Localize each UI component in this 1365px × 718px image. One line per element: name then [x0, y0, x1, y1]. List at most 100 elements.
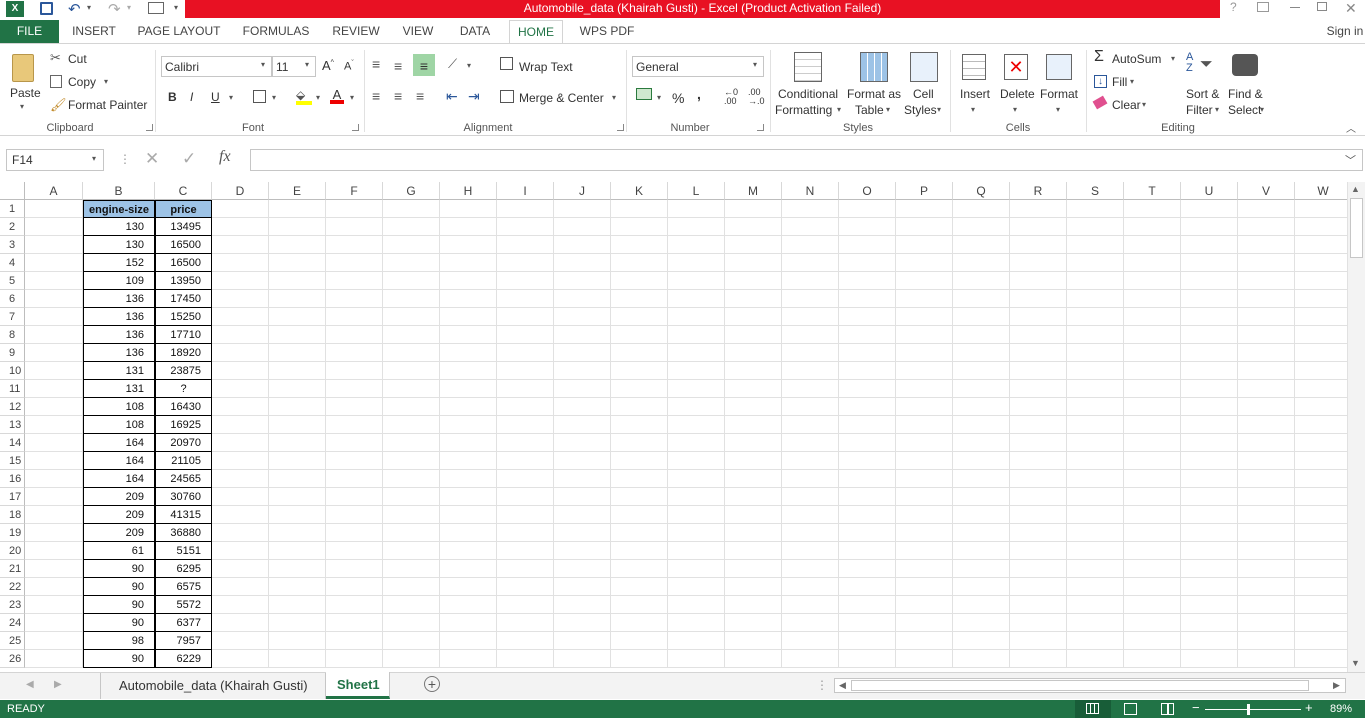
select-all-corner[interactable] [0, 182, 25, 200]
column-header-m[interactable]: M [725, 182, 782, 200]
column-header-d[interactable]: D [212, 182, 269, 200]
price-cell[interactable]: 6575 [155, 578, 212, 596]
engine-size-cell[interactable]: 209 [83, 488, 155, 506]
underline-button[interactable]: U [211, 90, 220, 104]
column-header-r[interactable]: R [1010, 182, 1067, 200]
clipboard-launcher-icon[interactable] [146, 124, 153, 131]
price-cell[interactable]: 16500 [155, 254, 212, 272]
row-header-22[interactable]: 22 [0, 578, 25, 596]
engine-size-cell[interactable]: 136 [83, 344, 155, 362]
row-header-17[interactable]: 17 [0, 488, 25, 506]
sheet-tab-sheet1[interactable]: Sheet1 [326, 672, 390, 699]
align-center-icon[interactable]: ≡ [394, 88, 402, 104]
column-header-e[interactable]: E [269, 182, 326, 200]
undo-icon[interactable]: ↶ [68, 0, 81, 18]
merge-dropdown-icon[interactable]: ▾ [612, 93, 616, 102]
column-header-a[interactable]: A [25, 182, 83, 200]
customize-toolbar-icon[interactable]: ▾ [174, 3, 178, 12]
price-cell[interactable]: 24565 [155, 470, 212, 488]
column-header-w[interactable]: W [1295, 182, 1347, 200]
column-header-g[interactable]: G [383, 182, 440, 200]
price-cell[interactable]: 41315 [155, 506, 212, 524]
row-header-4[interactable]: 4 [0, 254, 25, 272]
engine-size-cell[interactable]: 152 [83, 254, 155, 272]
row-header-13[interactable]: 13 [0, 416, 25, 434]
ribbon-display-icon[interactable] [1257, 2, 1269, 12]
increase-font-icon[interactable]: A^ [322, 58, 334, 73]
engine-size-cell[interactable]: 136 [83, 308, 155, 326]
tab-insert[interactable]: INSERT [68, 20, 120, 43]
close-icon[interactable]: ✕ [1345, 0, 1357, 17]
engine-size-cell[interactable]: 136 [83, 290, 155, 308]
help-icon[interactable]: ? [1230, 0, 1237, 14]
engine-size-cell[interactable]: 136 [83, 326, 155, 344]
engine-size-cell[interactable]: 131 [83, 380, 155, 398]
engine-size-cell[interactable]: 164 [83, 434, 155, 452]
engine-size-cell[interactable]: 209 [83, 524, 155, 542]
row-header-12[interactable]: 12 [0, 398, 25, 416]
zoom-slider-thumb[interactable] [1247, 704, 1250, 715]
header-cell-engine-size[interactable]: engine-size [83, 200, 155, 218]
font-launcher-icon[interactable] [352, 124, 359, 131]
page-layout-view-icon[interactable] [1124, 703, 1137, 715]
quick-access-form-icon[interactable] [148, 2, 164, 14]
engine-size-cell[interactable]: 108 [83, 416, 155, 434]
row-header-2[interactable]: 2 [0, 218, 25, 236]
copy-dropdown-icon[interactable]: ▾ [104, 77, 108, 86]
price-cell[interactable]: ? [155, 380, 212, 398]
orientation-dropdown-icon[interactable]: ▾ [467, 61, 471, 70]
resize-handle-icon[interactable]: ⋮ [119, 152, 131, 166]
font-color-dropdown-icon[interactable]: ▾ [350, 93, 354, 102]
borders-icon[interactable] [253, 90, 266, 103]
next-sheet-icon[interactable]: ▶ [54, 679, 62, 690]
find-select-button[interactable]: Find & Select ▾ [1226, 50, 1268, 118]
borders-dropdown-icon[interactable]: ▾ [272, 93, 276, 102]
expand-formula-icon[interactable]: ﹀ [1345, 152, 1356, 168]
font-color-icon[interactable]: A [330, 87, 344, 104]
align-right-icon[interactable]: ≡ [416, 88, 424, 104]
sign-in-link[interactable]: Sign in [1325, 20, 1365, 43]
price-cell[interactable]: 5151 [155, 542, 212, 560]
formula-input[interactable] [250, 149, 1363, 171]
row-header-18[interactable]: 18 [0, 506, 25, 524]
row-header-14[interactable]: 14 [0, 434, 25, 452]
price-cell[interactable]: 23875 [155, 362, 212, 380]
alignment-launcher-icon[interactable] [617, 124, 624, 131]
column-header-u[interactable]: U [1181, 182, 1238, 200]
price-cell[interactable]: 20970 [155, 434, 212, 452]
horizontal-scroll-thumb[interactable] [851, 680, 1309, 691]
row-header-26[interactable]: 26 [0, 650, 25, 668]
row-header-6[interactable]: 6 [0, 290, 25, 308]
column-header-k[interactable]: K [611, 182, 668, 200]
column-header-o[interactable]: O [839, 182, 896, 200]
copy-button[interactable]: Copy [68, 75, 96, 89]
engine-size-cell[interactable]: 90 [83, 614, 155, 632]
price-cell[interactable]: 16925 [155, 416, 212, 434]
row-header-10[interactable]: 10 [0, 362, 25, 380]
fill-button[interactable]: Fill [1112, 75, 1127, 89]
row-header-19[interactable]: 19 [0, 524, 25, 542]
engine-size-cell[interactable]: 98 [83, 632, 155, 650]
price-cell[interactable]: 36880 [155, 524, 212, 542]
format-cells-button[interactable]: Format ▾ [1038, 50, 1082, 118]
number-format-select[interactable]: General ▾ [632, 56, 764, 77]
engine-size-cell[interactable]: 209 [83, 506, 155, 524]
currency-icon[interactable] [636, 88, 652, 100]
price-cell[interactable]: 7957 [155, 632, 212, 650]
clear-button[interactable]: Clear [1112, 98, 1141, 112]
column-header-b[interactable]: B [83, 182, 155, 200]
cell-styles-button[interactable]: Cell Styles ▾ [904, 50, 946, 118]
tab-wps-pdf[interactable]: WPS PDF [577, 20, 637, 43]
row-header-20[interactable]: 20 [0, 542, 25, 560]
price-cell[interactable]: 5572 [155, 596, 212, 614]
font-name-select[interactable]: Calibri ▾ [161, 56, 272, 77]
fill-color-dropdown-icon[interactable]: ▾ [316, 93, 320, 102]
format-painter-button[interactable]: Format Painter [68, 98, 147, 112]
row-header-21[interactable]: 21 [0, 560, 25, 578]
sheet-tab-automobile[interactable]: Automobile_data (Khairah Gusti) [100, 673, 326, 699]
fill-color-icon[interactable]: ⬙ [296, 88, 312, 105]
tab-file[interactable]: FILE [0, 20, 59, 43]
autosum-button[interactable]: AutoSum [1112, 52, 1161, 66]
row-header-23[interactable]: 23 [0, 596, 25, 614]
align-bottom-icon[interactable]: ≡ [413, 54, 435, 76]
